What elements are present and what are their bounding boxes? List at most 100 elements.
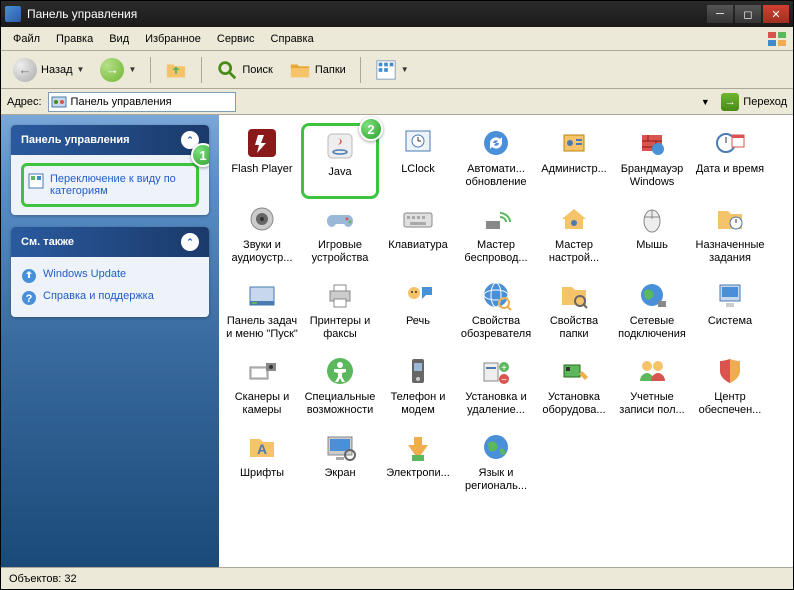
cpl-item-nethome[interactable]: Мастер настрой... [535, 199, 613, 275]
link-label: Windows Update [43, 268, 126, 280]
svg-text:A: A [257, 441, 267, 457]
cpl-item-taskbar[interactable]: Панель задач и меню "Пуск" [223, 275, 301, 351]
keyboard-icon [400, 201, 436, 237]
cpl-item-phone[interactable]: Телефон и модем [379, 351, 457, 427]
collapse-icon[interactable]: ⌃ [181, 233, 199, 251]
cpl-item-folderopt[interactable]: Свойства папки [535, 275, 613, 351]
item-label: Сканеры и камеры [225, 391, 299, 416]
item-label: Телефон и модем [381, 391, 455, 416]
folders-label: Папки [315, 64, 346, 76]
cpl-item-datetime[interactable]: Дата и время [691, 123, 769, 199]
menu-tools[interactable]: Сервис [209, 30, 263, 48]
search-icon [216, 59, 238, 81]
wireless-icon [478, 201, 514, 237]
cpl-item-sound[interactable]: Звуки и аудиоустр... [223, 199, 301, 275]
svg-text:+: + [501, 363, 507, 374]
cpl-item-inet[interactable]: Свойства обозревателя [457, 275, 535, 351]
hardware-icon [556, 353, 592, 389]
sidebar: Панель управления ⌃ Переключение к виду … [1, 115, 219, 567]
titlebar[interactable]: Панель управления ─ ◻ ✕ [1, 1, 793, 27]
forward-dropdown-icon[interactable]: ▼ [128, 65, 136, 74]
cpl-item-system[interactable]: Система [691, 275, 769, 351]
display-icon [322, 429, 358, 465]
help-support-link[interactable]: ? Справка и поддержка [21, 287, 199, 309]
item-label: Java [306, 166, 374, 179]
switch-to-category-link[interactable]: Переключение к виду по категориям [28, 170, 192, 200]
menu-help[interactable]: Справка [263, 30, 322, 48]
menu-file[interactable]: Файл [5, 30, 48, 48]
cpl-item-mouse[interactable]: Мышь [613, 199, 691, 275]
cpl-item-addremove[interactable]: +−Установка и удаление... [457, 351, 535, 427]
netconn-icon [634, 277, 670, 313]
back-dropdown-icon[interactable]: ▼ [77, 65, 85, 74]
cpl-item-region[interactable]: Язык и региональ... [457, 427, 535, 503]
cpl-item-flash[interactable]: Flash Player [223, 123, 301, 199]
cpl-item-access[interactable]: Специальные возможности [301, 351, 379, 427]
cpl-item-fonts[interactable]: A Шрифты [223, 427, 301, 503]
maximize-button[interactable]: ◻ [735, 5, 761, 23]
go-button[interactable]: → Переход [721, 93, 787, 111]
close-button[interactable]: ✕ [763, 5, 789, 23]
collapse-icon[interactable]: ⌃ [181, 131, 199, 149]
item-label: Звуки и аудиоустр... [225, 239, 299, 264]
nethome-icon [556, 201, 592, 237]
minimize-button[interactable]: ─ [707, 5, 733, 23]
menubar: Файл Правка Вид Избранное Сервис Справка [1, 27, 793, 51]
cpl-item-keyboard[interactable]: Клавиатура [379, 199, 457, 275]
cpl-item-printer[interactable]: Принтеры и факсы [301, 275, 379, 351]
windows-update-link[interactable]: Windows Update [21, 265, 199, 287]
folders-button[interactable]: Папки [283, 55, 352, 85]
up-button[interactable] [159, 55, 193, 85]
window-title: Панель управления [27, 7, 707, 21]
panel-header-seealso[interactable]: См. также ⌃ [11, 227, 209, 257]
item-label: Мастер беспровод... [459, 239, 533, 264]
cpl-item-tasks[interactable]: Назначенные задания [691, 199, 769, 275]
fonts-icon: A [244, 429, 280, 465]
menu-edit[interactable]: Правка [48, 30, 101, 48]
cpl-item-display[interactable]: Экран [301, 427, 379, 503]
address-input[interactable] [48, 92, 236, 112]
item-label: LClock [381, 163, 455, 176]
access-icon [322, 353, 358, 389]
category-view-icon [28, 173, 44, 189]
cpl-item-netconn[interactable]: Сетевые подключения [613, 275, 691, 351]
cpl-item-speech[interactable]: Речь [379, 275, 457, 351]
cpl-item-wireless[interactable]: Мастер беспровод... [457, 199, 535, 275]
views-button[interactable]: ▼ [369, 55, 415, 85]
back-button[interactable]: ← Назад ▼ [7, 54, 90, 86]
cpl-item-firewall[interactable]: Брандмауэр Windows [613, 123, 691, 199]
cpl-item-users[interactable]: Учетные записи пол... [613, 351, 691, 427]
search-button[interactable]: Поиск [210, 55, 278, 85]
cpl-item-power[interactable]: Электропи... [379, 427, 457, 503]
windows-update-icon [21, 268, 37, 284]
help-icon: ? [21, 290, 37, 306]
addressbar: Адрес: ▼ → Переход [1, 89, 793, 115]
cpl-item-clock[interactable]: LClock [379, 123, 457, 199]
menu-favorites[interactable]: Избранное [137, 30, 209, 48]
panel-title: Панель управления [21, 134, 130, 146]
item-label: Экран [303, 467, 377, 480]
datetime-icon [712, 125, 748, 161]
cpl-item-admin[interactable]: Администр... [535, 123, 613, 199]
item-label: Клавиатура [381, 239, 455, 252]
icon-view[interactable]: 2 Flash PlayerJavaLClockАвтомати... обно… [219, 115, 793, 567]
forward-button[interactable]: → ▼ [94, 54, 142, 86]
folderopt-icon [556, 277, 592, 313]
menu-view[interactable]: Вид [101, 30, 137, 48]
highlight-box-1: Переключение к виду по категориям [21, 163, 199, 207]
cpl-item-autoupdate[interactable]: Автомати... обновление [457, 123, 535, 199]
content-area: Панель управления ⌃ Переключение к виду … [1, 115, 793, 567]
item-label: Центр обеспечен... [693, 391, 767, 416]
item-label: Шрифты [225, 467, 299, 480]
link-label: Справка и поддержка [43, 290, 154, 302]
scanner-icon [244, 353, 280, 389]
cpl-item-hardware[interactable]: Установка оборудова... [535, 351, 613, 427]
panel-header-main[interactable]: Панель управления ⌃ [11, 125, 209, 155]
cpl-item-security[interactable]: Центр обеспечен... [691, 351, 769, 427]
cpl-item-java[interactable]: Java [301, 123, 379, 199]
views-dropdown-icon[interactable]: ▼ [401, 65, 409, 74]
cpl-item-gamepad[interactable]: Игровые устройства [301, 199, 379, 275]
cpl-item-scanner[interactable]: Сканеры и камеры [223, 351, 301, 427]
status-text: Объектов: 32 [9, 573, 77, 585]
address-dropdown-icon[interactable]: ▼ [697, 94, 713, 110]
